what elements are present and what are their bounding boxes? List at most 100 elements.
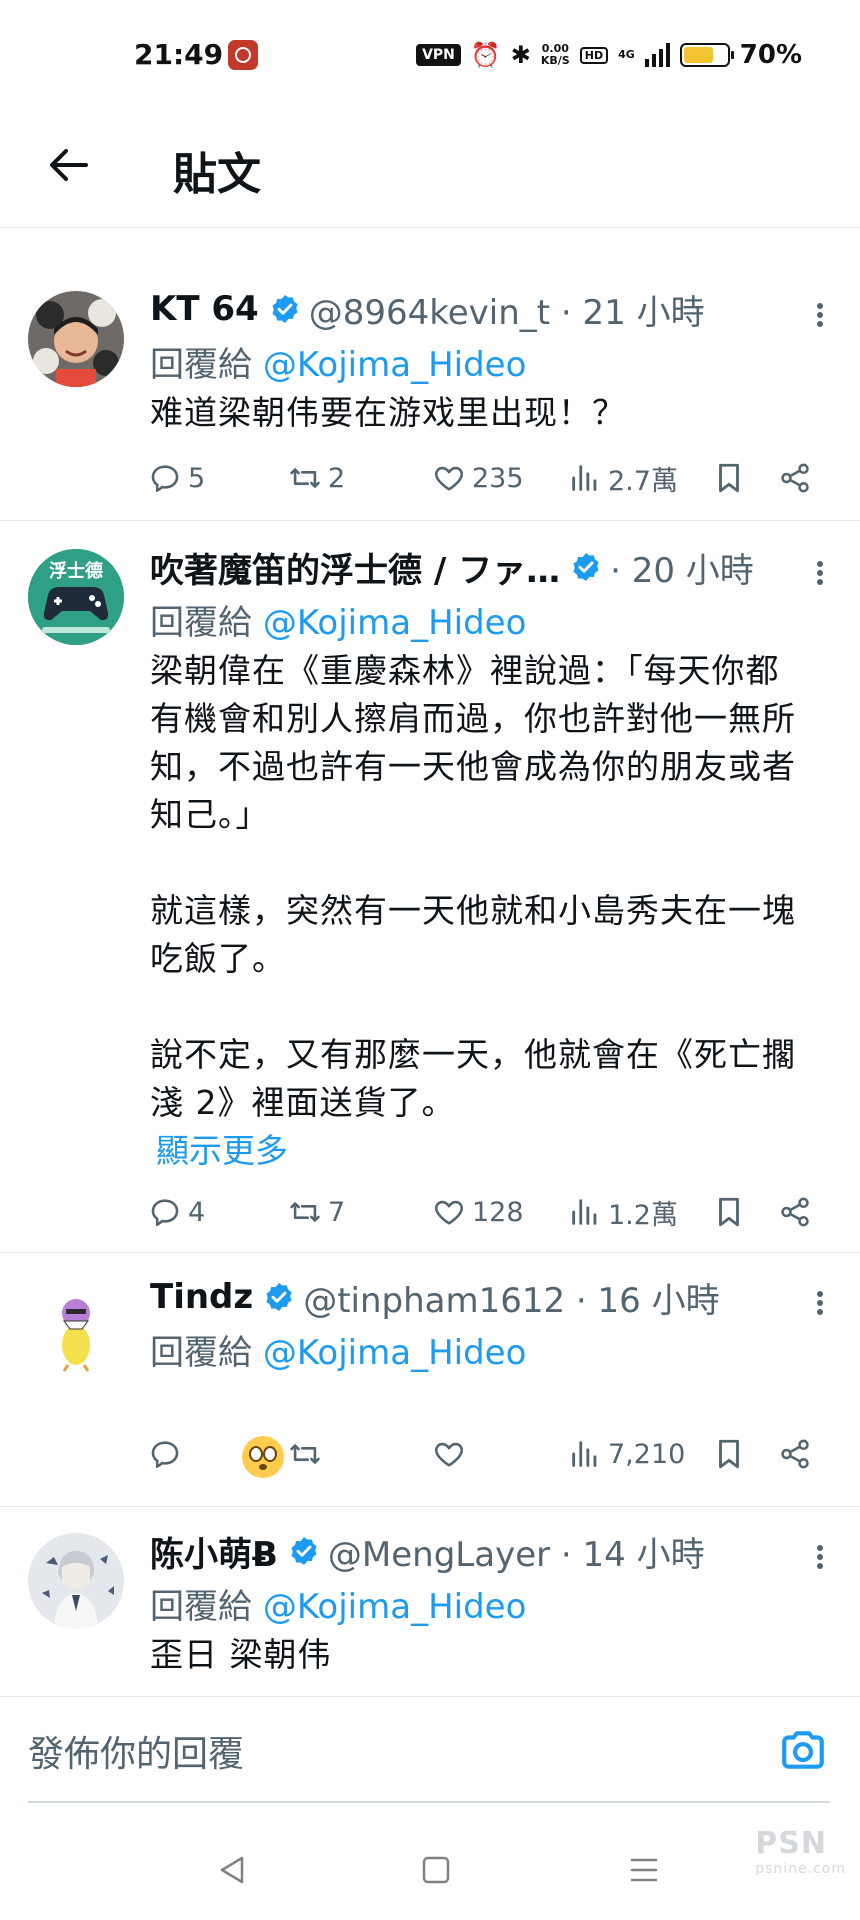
reply-button[interactable]: 4	[148, 1187, 205, 1237]
nav-home-icon[interactable]	[416, 1850, 456, 1890]
avatar[interactable]: 浮士德	[28, 549, 124, 645]
more-options-icon[interactable]	[810, 1537, 830, 1577]
post-actions: 7,210	[148, 1429, 840, 1479]
reply-icon	[151, 465, 179, 493]
bookmark-icon	[719, 1197, 739, 1227]
like-button[interactable]	[432, 1429, 466, 1479]
author-handle-time: @8964kevin_t · 21 小時	[308, 292, 705, 333]
reply-input[interactable]: 發佈你的回覆	[28, 1725, 244, 1777]
post-text: 歪日 梁朝伟	[150, 1635, 332, 1674]
repost-icon	[290, 468, 320, 488]
reply-post[interactable]: Tindz @tinpham1612 · 16 小時 回覆給 @Kojima_H…	[0, 1253, 860, 1507]
watermark-main: PSN	[755, 1826, 827, 1861]
reply-icon	[151, 1441, 179, 1469]
share-button[interactable]	[778, 453, 812, 503]
views-button[interactable]: 2.7萬	[568, 453, 678, 503]
more-options-icon[interactable]	[810, 1283, 830, 1323]
share-button[interactable]	[778, 1187, 812, 1237]
verified-badge-icon	[272, 295, 298, 323]
hd-badge: HD	[579, 46, 609, 64]
reply-mention-link[interactable]: @Kojima_Hideo	[263, 1587, 527, 1627]
composer-divider	[28, 1801, 830, 1803]
view-count: 1.2萬	[608, 1199, 678, 1231]
reply-post[interactable]: KT 64 @8964kevin_t · 21 小時 回覆給 @Kojima_H…	[0, 229, 860, 521]
post-text: 难道梁朝伟要在游戏里出现！？	[150, 393, 626, 432]
reply-count: 5	[188, 462, 206, 494]
reply-to-line: 回覆給 @Kojima_Hideo	[150, 1579, 800, 1627]
verified-badge-icon	[266, 1283, 292, 1311]
more-options-icon[interactable]	[810, 553, 830, 593]
reply-mention-link[interactable]: @Kojima_Hideo	[263, 603, 527, 643]
reply-post[interactable]: 浮士德 吹著魔笛的浮士德 / ファ… · 20 小時 回覆給 @Kojima_H…	[0, 521, 860, 1253]
author-line: 陈小萌Ƀ @MengLayer · 14 小時	[150, 1527, 800, 1575]
bookmark-button[interactable]	[712, 1429, 746, 1479]
more-options-icon[interactable]	[810, 295, 830, 335]
network-speed: 0.00 KB/S	[541, 43, 570, 67]
signal-icon	[644, 43, 670, 67]
like-count: 235	[472, 462, 524, 494]
reply-button[interactable]	[148, 1429, 182, 1479]
show-more-link[interactable]: 顯示更多	[150, 1127, 800, 1175]
author-name[interactable]: 陈小萌Ƀ	[150, 1527, 278, 1576]
bluetooth-icon: ✱	[510, 41, 531, 69]
avatar[interactable]	[28, 1533, 124, 1629]
views-icon	[572, 1199, 597, 1225]
avatar[interactable]	[28, 291, 124, 387]
repost-icon	[290, 1444, 320, 1464]
repost-icon	[290, 1202, 320, 1222]
author-name[interactable]: KT 64	[150, 289, 259, 329]
top-app-bar: 貼文	[0, 110, 860, 228]
reply-to-label: 回覆給	[150, 603, 263, 643]
network-type: 4G	[618, 48, 635, 61]
share-icon	[781, 463, 809, 493]
repost-button[interactable]: 7	[288, 1187, 345, 1237]
reply-mention-link[interactable]: @Kojima_Hideo	[263, 345, 527, 385]
author-name[interactable]: 吹著魔笛的浮士德 / ファ…	[150, 543, 560, 592]
like-button[interactable]: 128	[432, 1187, 524, 1237]
bookmark-button[interactable]	[712, 453, 746, 503]
nav-back-icon[interactable]	[212, 1850, 252, 1890]
repost-button[interactable]: 2	[288, 453, 345, 503]
battery-icon	[679, 43, 734, 67]
like-button[interactable]: 235	[432, 453, 524, 503]
camera-icon[interactable]	[778, 1725, 828, 1775]
bookmark-button[interactable]	[712, 1187, 746, 1237]
share-button[interactable]	[778, 1429, 812, 1479]
share-icon	[781, 1439, 809, 1469]
nav-menu-icon[interactable]	[624, 1850, 664, 1890]
author-handle-time: · 20 小時	[610, 550, 754, 591]
reply-to-label: 回覆給	[150, 345, 263, 385]
back-arrow-icon[interactable]	[44, 140, 94, 190]
reply-button[interactable]: 5	[148, 453, 205, 503]
author-line: KT 64 @8964kevin_t · 21 小時	[150, 285, 800, 333]
post-text: 梁朝偉在《重慶森林》裡說過：「每天你都有機會和別人擦肩而過，你也許對他一無所知，…	[150, 651, 796, 1122]
reply-post[interactable]: 陈小萌Ƀ @MengLayer · 14 小時 回覆給 @Kojima_Hide…	[0, 1507, 860, 1697]
repost-button[interactable]	[288, 1429, 322, 1479]
author-name[interactable]: Tindz	[150, 1277, 253, 1317]
vpn-badge: VPN	[416, 44, 461, 66]
heart-icon	[435, 1200, 463, 1225]
view-count: 7,210	[608, 1438, 686, 1470]
views-button[interactable]: 1.2萬	[568, 1187, 678, 1237]
verified-badge-icon	[573, 553, 599, 581]
avatar[interactable]	[28, 1279, 124, 1375]
reply-to-label: 回覆給	[150, 1587, 263, 1627]
author-handle-time: @MengLayer · 14 小時	[327, 1534, 705, 1575]
page-title: 貼文	[173, 149, 261, 200]
system-nav-bar	[0, 1820, 860, 1920]
views-icon	[572, 1441, 597, 1467]
app-notification-icon	[228, 40, 258, 70]
alarm-icon: ⏰	[470, 41, 501, 69]
avatar-text: 浮士德	[49, 560, 103, 582]
status-bar: 21:49 VPN ⏰ ✱ 0.00 KB/S HD 4G 70%	[0, 0, 860, 110]
bookmark-icon	[719, 1439, 739, 1469]
views-button[interactable]: 7,210	[568, 1429, 685, 1479]
reply-feed: KT 64 @8964kevin_t · 21 小時 回覆給 @Kojima_H…	[0, 229, 860, 1697]
share-icon	[781, 1197, 809, 1227]
reply-to-label: 回覆給	[150, 1333, 263, 1373]
reply-count: 4	[188, 1196, 206, 1228]
post-actions: 5 2 235 2.7萬	[148, 453, 840, 503]
reply-composer[interactable]: 發佈你的回覆	[0, 1697, 860, 1807]
reply-mention-link[interactable]: @Kojima_Hideo	[263, 1333, 527, 1373]
heart-icon	[435, 1442, 463, 1467]
